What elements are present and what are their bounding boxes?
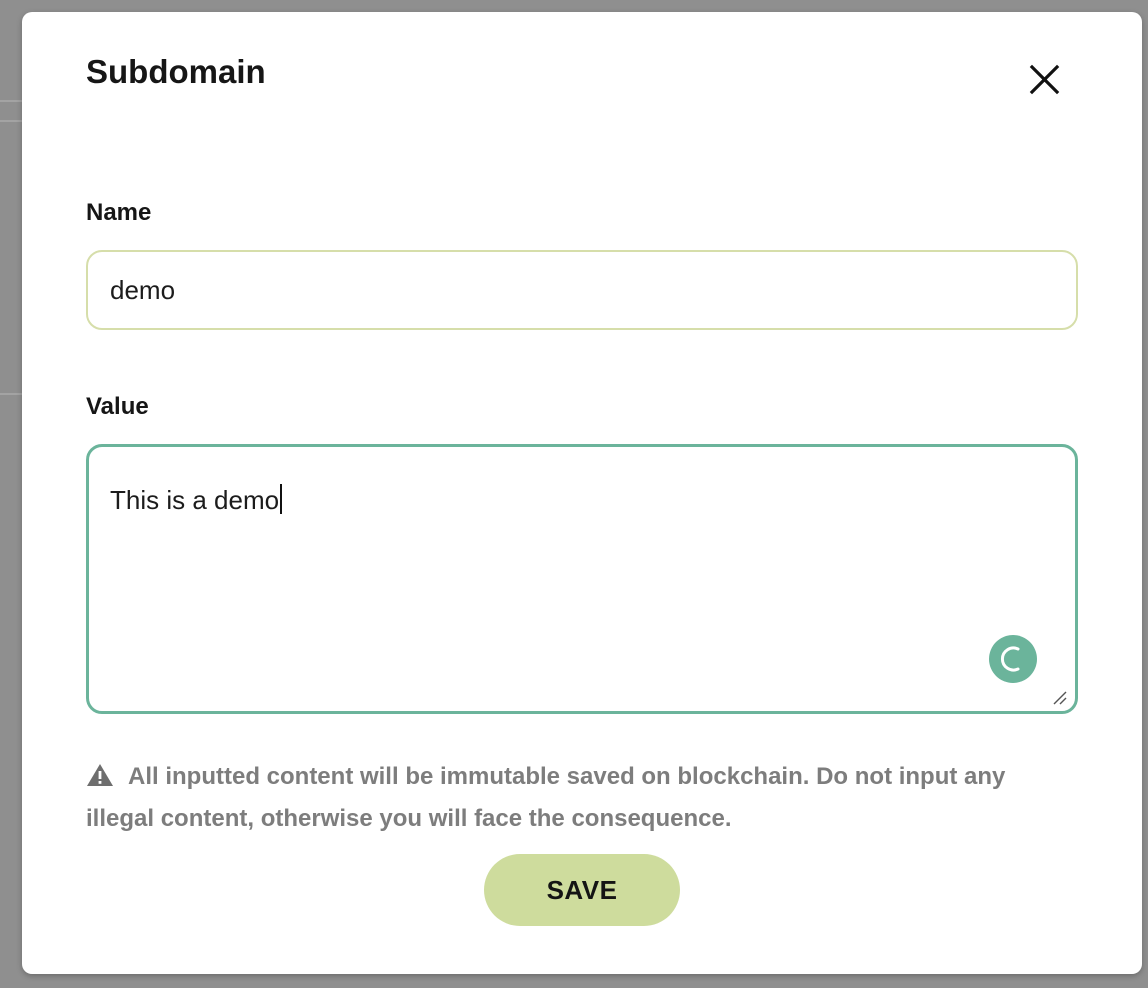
resize-handle-icon[interactable] bbox=[1051, 689, 1067, 705]
warning-icon bbox=[87, 764, 113, 786]
value-text: This is a demo bbox=[110, 485, 280, 515]
name-input[interactable] bbox=[86, 250, 1078, 330]
grammar-assistant-button[interactable] bbox=[989, 635, 1037, 683]
name-label: Name bbox=[86, 199, 152, 226]
backdrop-divider-bottom bbox=[0, 393, 22, 395]
blockchain-warning: All inputted content will be immutable s… bbox=[86, 756, 1066, 840]
value-textarea-content[interactable]: This is a demo bbox=[110, 483, 283, 517]
dialog-title: Subdomain bbox=[86, 53, 266, 90]
warning-text: All inputted content will be immutable s… bbox=[86, 763, 1006, 832]
close-icon bbox=[1029, 64, 1060, 95]
text-caret bbox=[280, 484, 283, 514]
grammar-assistant-icon bbox=[1000, 646, 1020, 672]
save-button[interactable]: SAVE bbox=[484, 854, 680, 926]
backdrop-divider-top bbox=[0, 100, 22, 102]
close-button[interactable] bbox=[1024, 60, 1064, 100]
value-label: Value bbox=[86, 393, 149, 420]
value-textarea[interactable]: This is a demo bbox=[86, 444, 1078, 714]
backdrop-divider-mid bbox=[0, 120, 22, 122]
subdomain-dialog: Subdomain Name Value This is a demo All … bbox=[22, 12, 1142, 974]
